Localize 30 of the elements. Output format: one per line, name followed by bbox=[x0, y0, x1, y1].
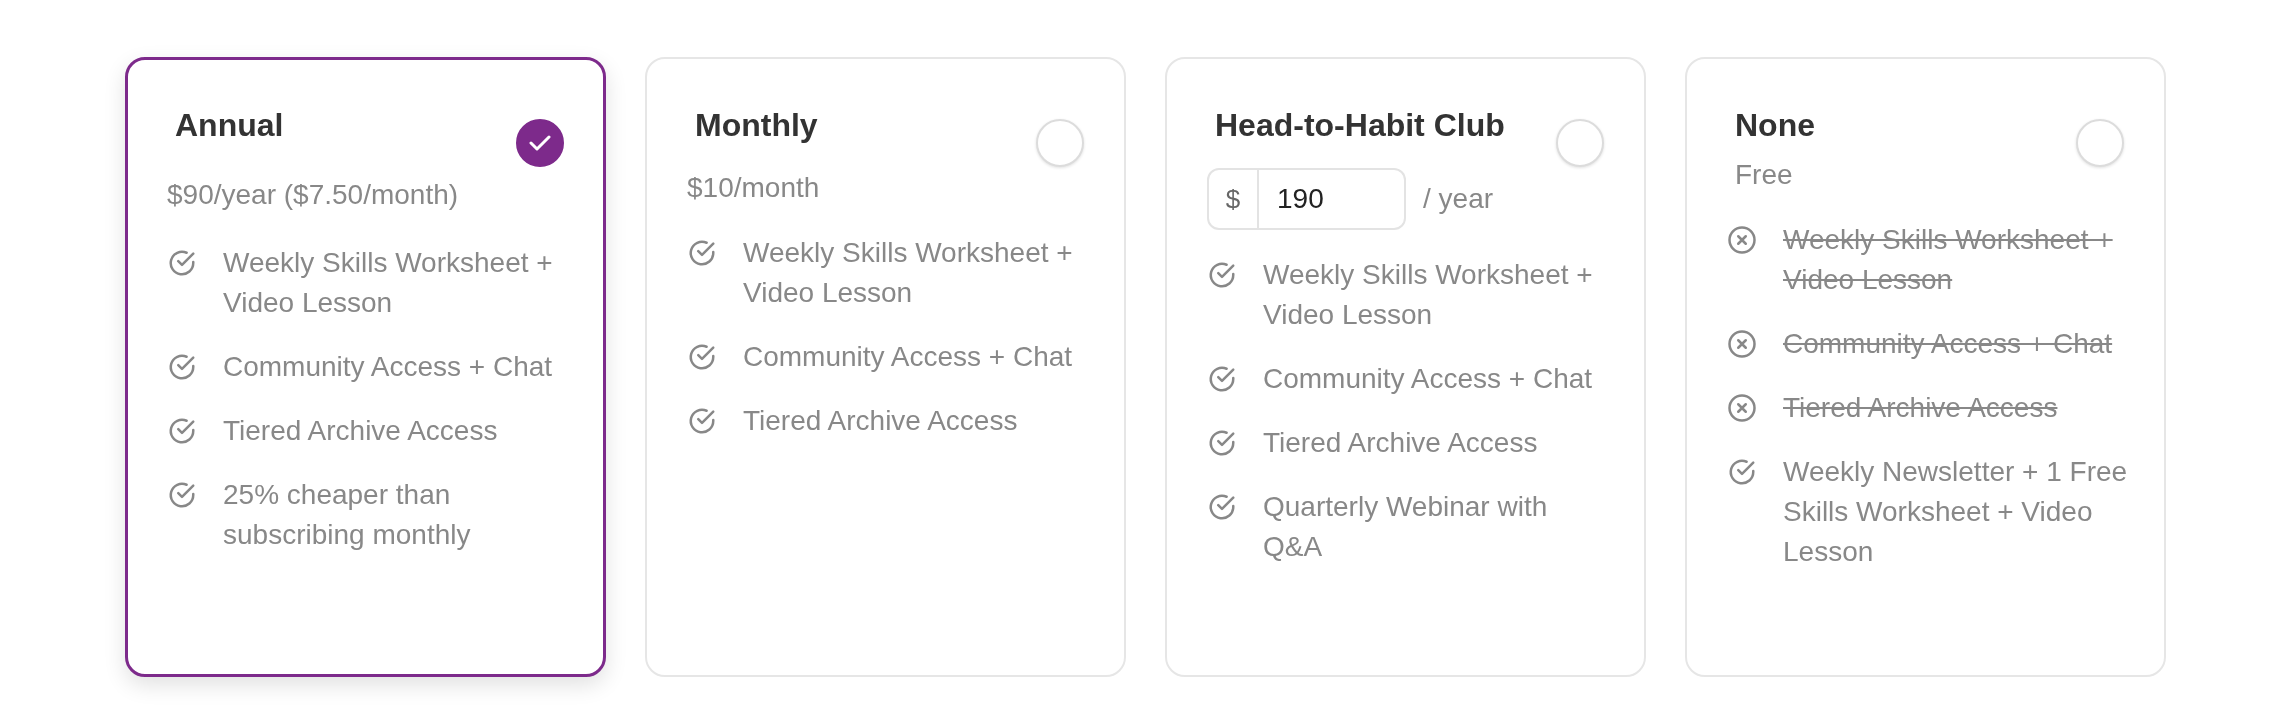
feature-text: Community Access + Chat bbox=[743, 340, 1073, 374]
feature-text: Community Access + Chat bbox=[223, 350, 553, 384]
feature-text: Community Access + Chat bbox=[1263, 362, 1593, 396]
feature-text: Tiered Archive Access bbox=[1263, 426, 1538, 460]
plan-card[interactable]: Monthly $10/month Weekly Skills Worksheet + Video Lesson Community Access + Chat Tiered Archive Access bbox=[645, 57, 1126, 677]
feature-text: Weekly Newsletter + 1 Free Skills Worksheet + Video Lesson bbox=[1783, 455, 2129, 569]
plan-card[interactable]: Head-to-Habit Club $ 190 / year Weekly Skills Worksheet + Video Lesson Community Access + Chat Tiered Archive Access Quarterly Webinar with Q&A bbox=[1165, 57, 1646, 677]
feature-text: Weekly Skills Worksheet + Video Lesson bbox=[1263, 258, 1594, 332]
feature-text: 25% cheaper than subscribing monthly bbox=[223, 478, 472, 552]
radio-button[interactable] bbox=[516, 119, 564, 167]
feature-text: Tiered Archive Access bbox=[743, 404, 1018, 438]
plan-price: $90/year ($7.50/month) bbox=[167, 178, 460, 212]
feature-text: Community Access + Chat bbox=[1783, 327, 2113, 361]
plan-title: None bbox=[1734, 107, 1815, 144]
plan-price: $10/month bbox=[687, 171, 821, 205]
check-icon bbox=[529, 135, 551, 151]
plan-title: Monthly bbox=[694, 107, 818, 144]
plan-card[interactable]: None Free Weekly Skills Worksheet + Video Lesson Community Access + Chat Tiered Archive Access Weekly Newsletter + 1 Free Skills Worksheet + Video Lesson bbox=[1685, 57, 2166, 677]
price-period: / year bbox=[1423, 183, 1494, 215]
plan-title: Annual bbox=[174, 107, 284, 144]
plan-price: Free bbox=[1734, 158, 1794, 192]
plan-title: Head-to-Habit Club bbox=[1214, 107, 1505, 144]
feature-text: Tiered Archive Access bbox=[1783, 391, 2058, 425]
feature-text: Quarterly Webinar with Q&A bbox=[1263, 490, 1549, 564]
feature-text: Weekly Skills Worksheet + Video Lesson bbox=[1783, 223, 2114, 297]
feature-text: Tiered Archive Access bbox=[223, 414, 498, 448]
price-input[interactable]: 190 bbox=[1259, 168, 1406, 230]
plan-card[interactable]: Annual $90/year ($7.50/month) Weekly Skills Worksheet + Video Lesson Community Access + Chat Tiered Archive Access 25% cheaper than subscribing monthly bbox=[125, 57, 606, 677]
feature-text: Weekly Skills Worksheet + Video Lesson bbox=[223, 246, 554, 320]
feature-text: Weekly Skills Worksheet + Video Lesson bbox=[743, 236, 1074, 310]
